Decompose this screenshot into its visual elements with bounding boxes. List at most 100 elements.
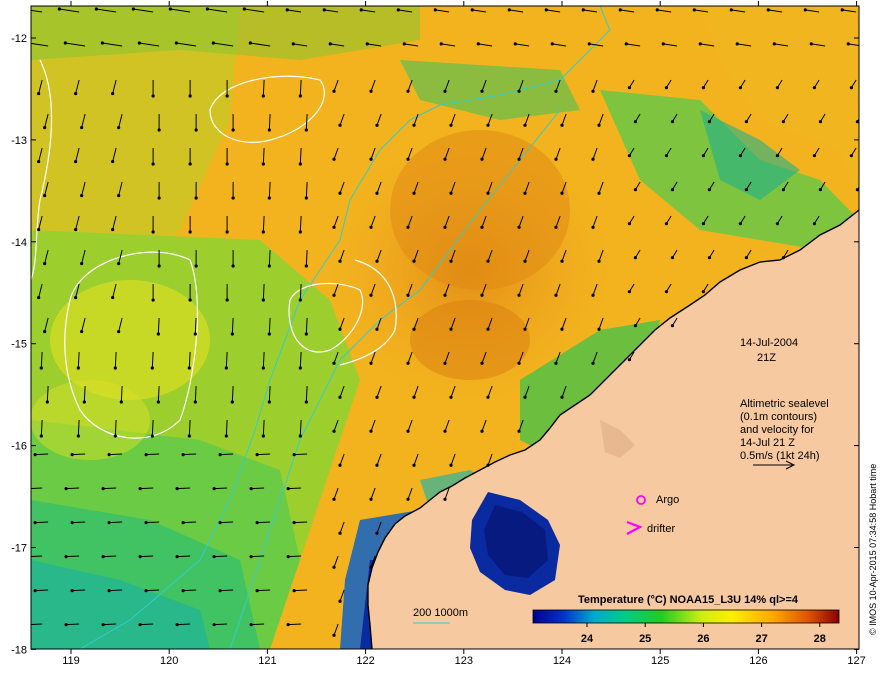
velocity-arrow-head (369, 497, 373, 501)
velocity-arrow-head (194, 196, 198, 200)
velocity-arrow (183, 521, 197, 524)
info-line-1: Altimetric sealevel (740, 398, 829, 410)
isobath-legend-label: 200 1000m (413, 607, 468, 619)
velocity-arrow-head (670, 120, 675, 124)
velocity-arrow-head (57, 7, 61, 11)
velocity-arrow-head (80, 261, 84, 266)
velocity-arrow-head (304, 196, 308, 200)
velocity-arrow-head (513, 42, 517, 46)
velocity-arrow-head (664, 222, 669, 226)
velocity-arrow-head (33, 589, 37, 593)
velocity-arrow-head (633, 324, 638, 328)
velocity-arrow (251, 623, 265, 626)
velocity-arrow-head (37, 159, 41, 164)
velocity-arrow-head (480, 225, 484, 229)
drifter-label: drifter (647, 523, 675, 535)
velocity-arrow-head (332, 497, 336, 501)
velocity-arrow-head (443, 361, 447, 365)
velocity-arrow-head (298, 230, 302, 234)
velocity-arrow-head (248, 41, 252, 45)
velocity-arrow-head (225, 298, 229, 302)
velocity-arrow-head (738, 86, 743, 90)
velocity-arrow-head (597, 259, 601, 263)
velocity-arrow-head (261, 230, 265, 234)
velocity-arrow-head (655, 8, 659, 12)
velocity-arrow (103, 555, 117, 558)
velocity-arrow-head (406, 429, 410, 433)
velocity-arrow-head (174, 41, 178, 45)
velocity-arrow-head (225, 162, 229, 166)
lon-tick-label: 127 (847, 655, 865, 667)
velocity-arrow-head (107, 589, 111, 593)
velocity-arrow-head (144, 521, 148, 525)
copyright-text: © IMOS 10-Apr-2015 07:34:58 Hobart time (868, 464, 878, 635)
velocity-arrow-head (412, 327, 416, 331)
velocity-arrow-head (332, 565, 336, 569)
velocity-arrow-head (261, 162, 265, 166)
colorbar-gradient (532, 609, 840, 624)
velocity-arrow-head (249, 555, 253, 559)
velocity-arrow-head (701, 290, 706, 294)
velocity-arrow-head (846, 42, 850, 46)
velocity-arrow-head (181, 521, 185, 525)
velocity-arrow (35, 521, 49, 524)
velocity-arrow-head (82, 400, 86, 404)
velocity-arrow-head (369, 429, 373, 433)
velocity-arrow-head (304, 128, 308, 132)
velocity-arrow (103, 623, 117, 626)
velocity-arrow-head (21, 7, 24, 10)
lon-tick-label: 126 (749, 655, 767, 667)
velocity-arrow (146, 453, 160, 456)
velocity-arrow-head (111, 227, 115, 232)
velocity-arrow-head (560, 395, 564, 399)
velocity-arrow-head (812, 154, 817, 158)
sst-map-figure: Argo drifter 14-Jul-2004 21Z Altimetric … (0, 0, 880, 680)
velocity-arrow-head (517, 293, 521, 297)
velocity-arrow-head (627, 86, 632, 90)
velocity-arrow (288, 487, 302, 490)
velocity-arrow-head (517, 361, 521, 365)
velocity-arrow-head (729, 8, 733, 12)
velocity-arrow-head (701, 154, 706, 158)
velocity-arrow-head (138, 555, 142, 559)
velocity-arrow-head (28, 487, 31, 490)
velocity-arrow (177, 555, 191, 558)
velocity-arrow (146, 521, 160, 524)
info-line-3: and velocity for (740, 424, 814, 436)
velocity-arrow-head (157, 264, 161, 268)
velocity-arrow-head (218, 453, 222, 457)
velocity-arrow-head (412, 259, 416, 263)
velocity-arrow-head (338, 259, 342, 263)
lat-tick-label: -12 (11, 33, 27, 45)
velocity-arrow (288, 555, 302, 558)
velocity-arrow-head (193, 400, 197, 404)
velocity-arrow-head (111, 295, 115, 300)
velocity-arrow-head (64, 555, 68, 559)
velocity-arrow-head (775, 154, 780, 158)
lon-tick-label: 123 (455, 655, 473, 667)
velocity-arrow-head (211, 41, 215, 45)
velocity-arrow-head (76, 434, 80, 438)
velocity-arrow-head (359, 8, 363, 12)
velocity-arrow-head (332, 633, 336, 637)
velocity-arrow-head (33, 453, 37, 457)
velocity-arrow-head (39, 366, 43, 370)
info-line-4: 14-Jul 21 Z (740, 437, 795, 449)
velocity-arrow-head (338, 531, 342, 535)
velocity-arrow-head (597, 327, 601, 331)
velocity-arrow-head (175, 487, 179, 491)
velocity-arrow-head (249, 487, 253, 491)
velocity-arrow-head (406, 225, 410, 229)
velocity-arrow-head (286, 487, 290, 491)
velocity-arrow-head (523, 123, 527, 127)
velocity-arrow-head (449, 123, 453, 127)
velocity-arrow-head (231, 264, 235, 268)
velocity-arrow-head (175, 623, 179, 627)
velocity-arrow-head (37, 91, 41, 96)
velocity-arrow-head (338, 191, 342, 195)
map-canvas: Argo drifter 14-Jul-2004 21Z Altimetric … (11, 1, 878, 667)
velocity-arrow-head (322, 8, 326, 12)
velocity-arrow-head (701, 222, 706, 226)
lat-tick-label: -13 (11, 135, 27, 147)
velocity-arrow-head (292, 521, 296, 525)
